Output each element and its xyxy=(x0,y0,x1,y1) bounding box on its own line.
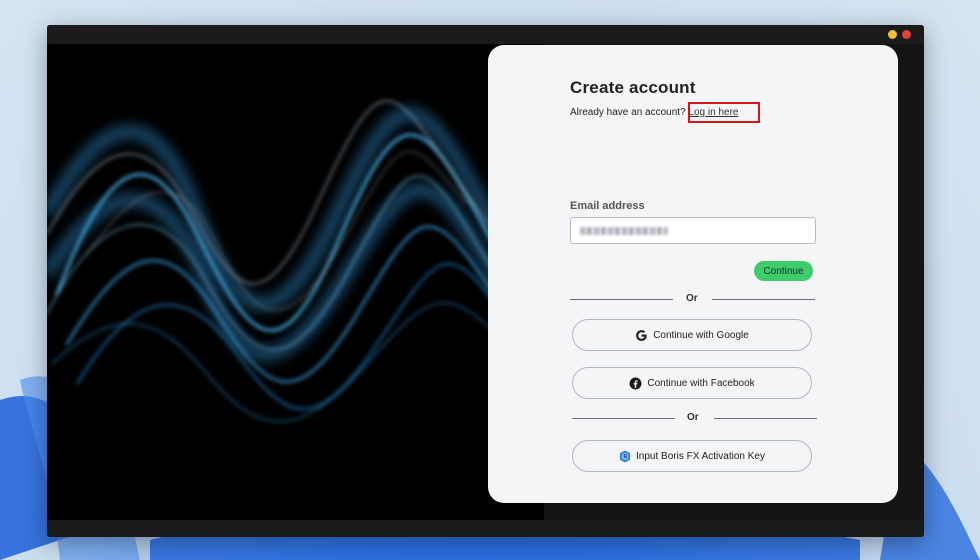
page-title: Create account xyxy=(570,78,696,97)
app-window: Create account Already have an account? … xyxy=(47,25,924,537)
facebook-signin-button[interactable]: Continue with Facebook xyxy=(572,367,812,399)
google-icon xyxy=(635,329,648,342)
google-button-label: Continue with Google xyxy=(653,329,749,341)
divider-left-1 xyxy=(570,299,673,300)
facebook-button-label: Continue with Facebook xyxy=(647,377,755,389)
title-bar xyxy=(47,25,924,44)
divider-left-2 xyxy=(572,418,675,419)
create-account-card: Create account Already have an account? … xyxy=(488,45,898,503)
divider-right-2 xyxy=(714,418,817,419)
email-label: Email address xyxy=(570,200,645,212)
or-separator-2: Or xyxy=(687,412,699,423)
light-wave-graphic xyxy=(47,99,544,423)
login-prompt-text: Already have an account? xyxy=(570,107,686,118)
continue-button[interactable]: Continue xyxy=(754,261,813,281)
window-footer xyxy=(47,520,924,537)
divider-right-1 xyxy=(712,299,815,300)
email-redaction xyxy=(580,227,668,235)
close-button[interactable] xyxy=(902,30,911,39)
login-link-highlight xyxy=(688,102,760,123)
or-separator-1: Or xyxy=(686,293,698,304)
minimize-button[interactable] xyxy=(888,30,897,39)
boris-fx-key-icon xyxy=(619,450,631,463)
google-signin-button[interactable]: Continue with Google xyxy=(572,319,812,351)
facebook-icon xyxy=(629,377,642,390)
activation-key-button[interactable]: Input Boris FX Activation Key xyxy=(572,440,812,472)
hero-wave-artwork xyxy=(47,44,544,520)
activation-button-label: Input Boris FX Activation Key xyxy=(636,450,765,462)
